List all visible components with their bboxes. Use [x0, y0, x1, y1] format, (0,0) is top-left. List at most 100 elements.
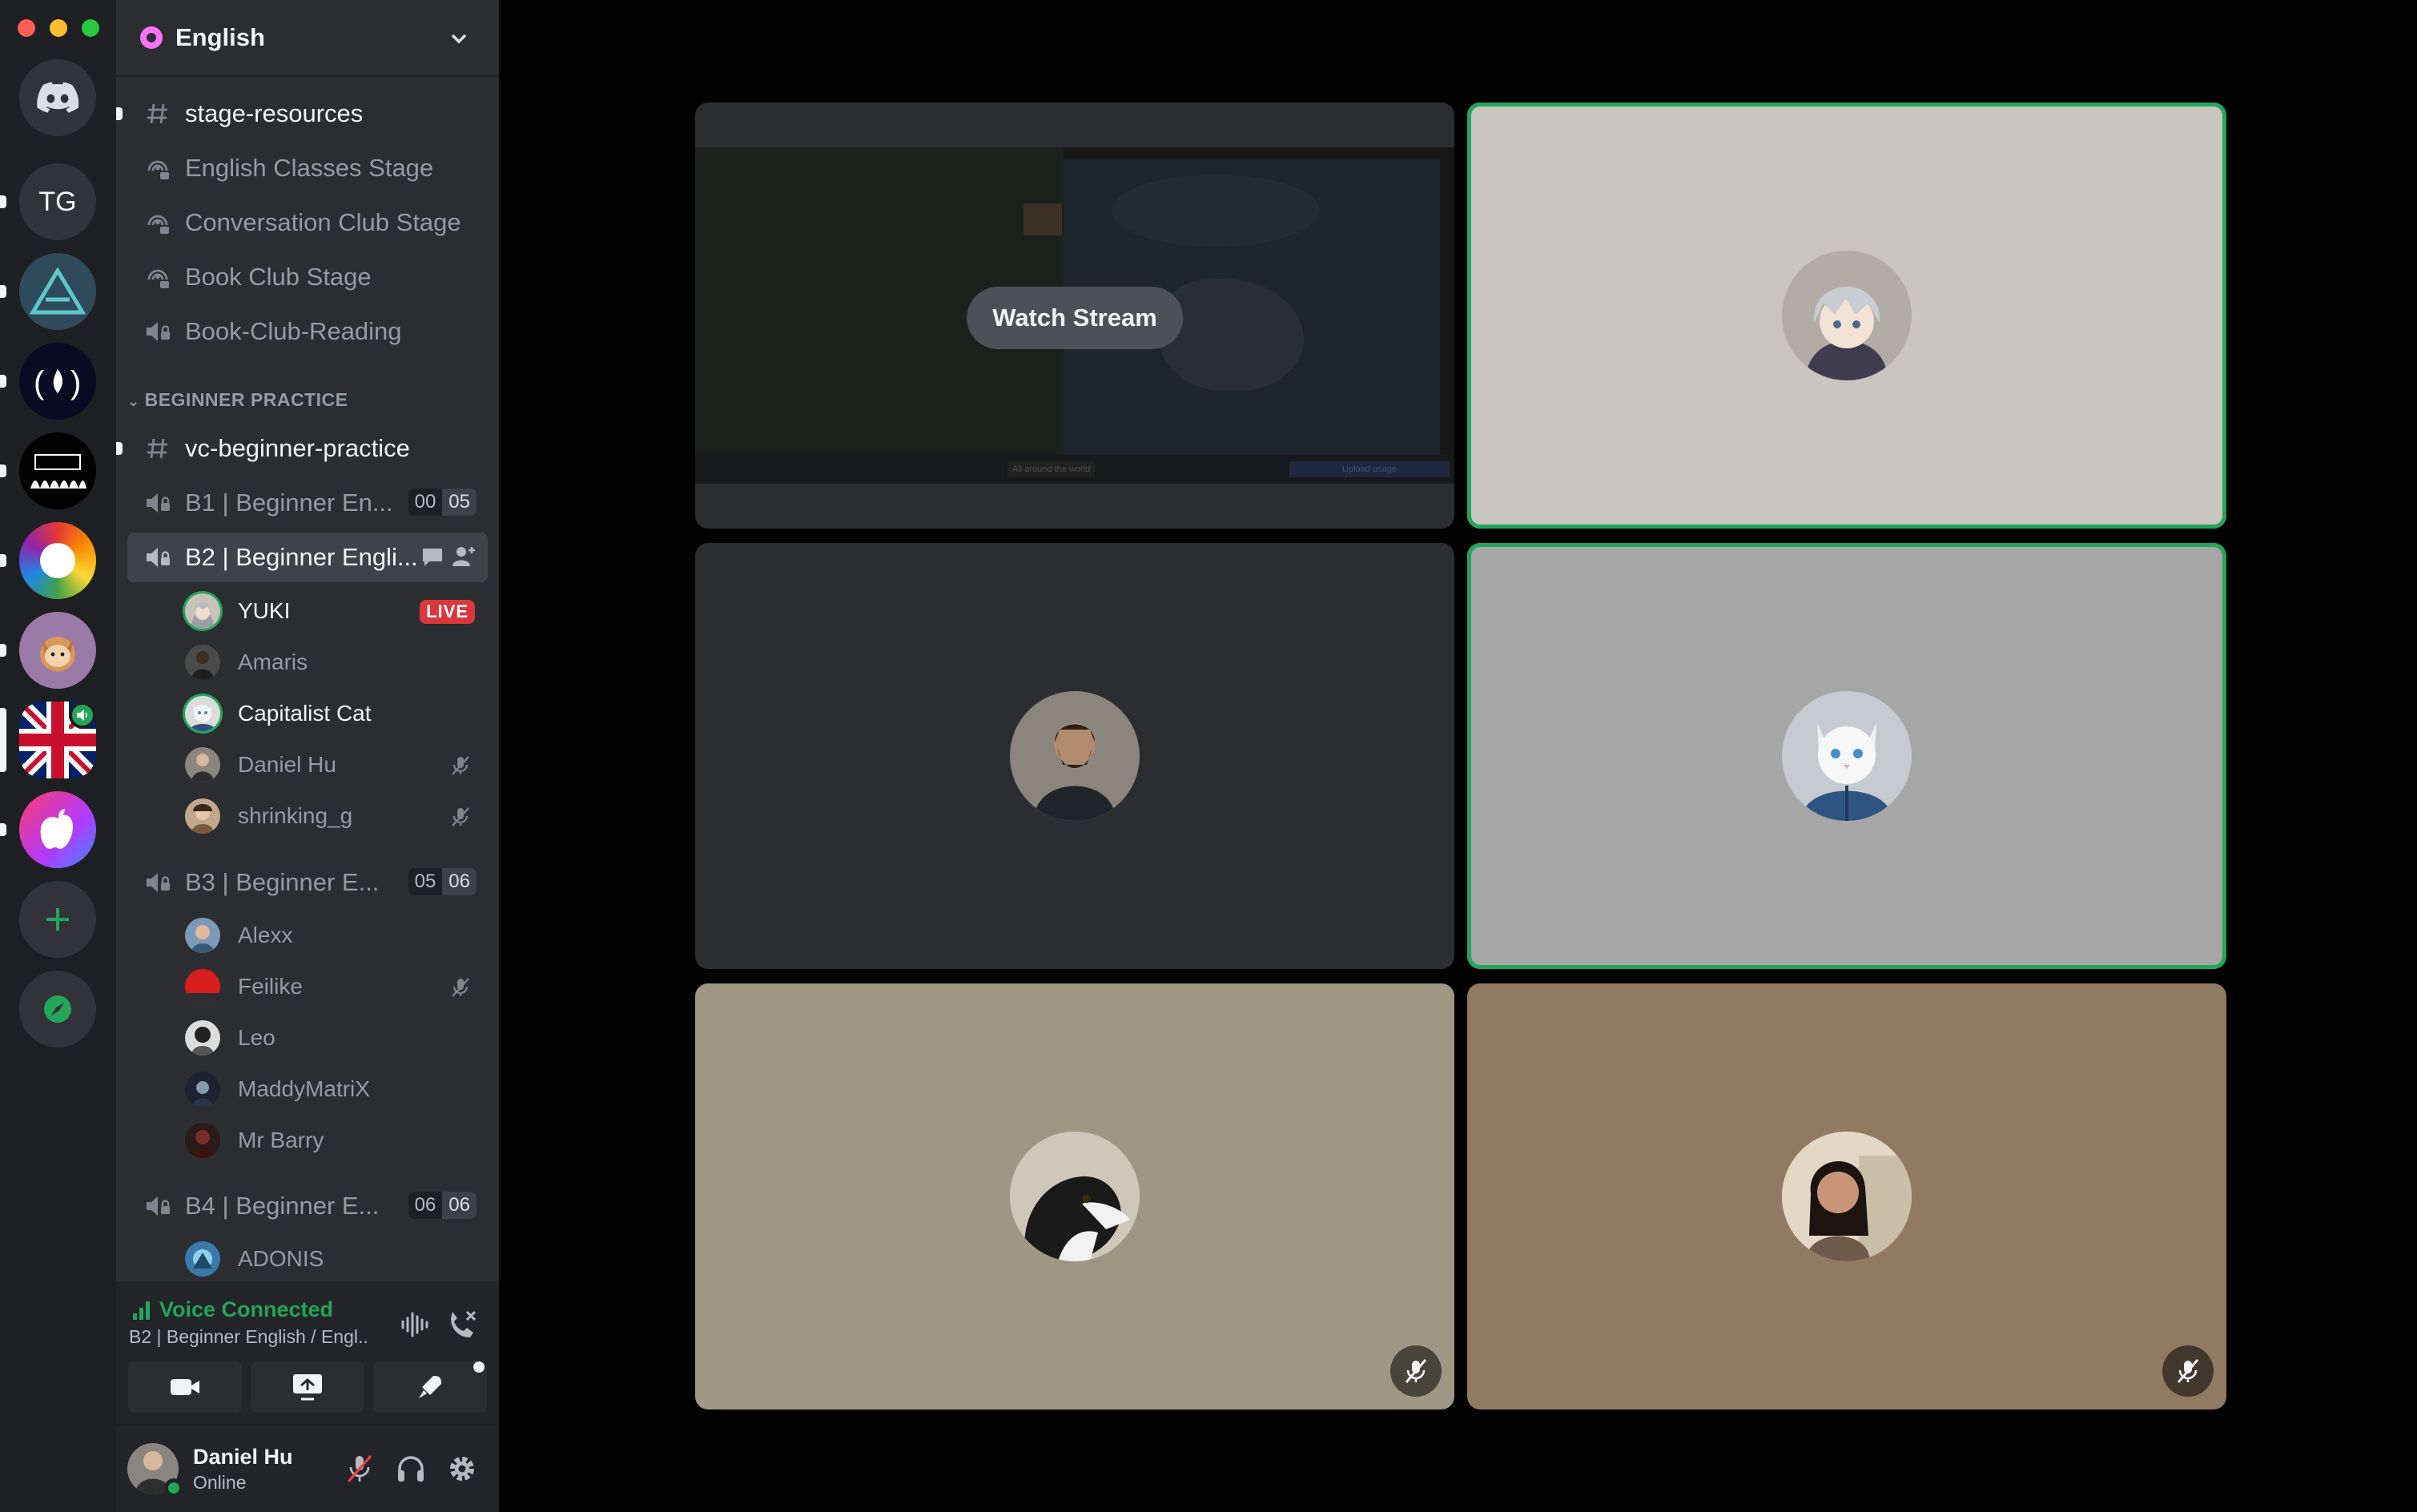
- voice-user-capitalist-cat[interactable]: Capitalist Cat: [185, 690, 489, 737]
- user-name: shrinking_g: [238, 803, 353, 828]
- activities-button[interactable]: [373, 1361, 487, 1413]
- minimize-window-button[interactable]: [50, 19, 67, 37]
- server-freecodecamp[interactable]: ( ): [19, 343, 96, 420]
- home-server-button[interactable]: [19, 59, 96, 136]
- server-apple[interactable]: [19, 791, 96, 868]
- voice-user-mr-barry[interactable]: Mr Barry: [185, 1117, 489, 1164]
- channel-label: B1 | Beginner En...: [185, 489, 393, 517]
- close-window-button[interactable]: [18, 19, 35, 37]
- unread-indicator: [116, 442, 123, 455]
- explore-servers-button[interactable]: [19, 971, 96, 1048]
- user-name: Mr Barry: [238, 1128, 324, 1152]
- user-name: Daniel Hu: [238, 752, 336, 777]
- watch-stream-button[interactable]: Watch Stream: [967, 287, 1183, 349]
- user-name: YUKI: [238, 598, 291, 623]
- voice-user-adonis[interactable]: ADONIS: [185, 1236, 489, 1282]
- participant-tile-woman[interactable]: [1467, 983, 2226, 1409]
- plus-icon: [46, 908, 69, 931]
- participant-tile-dog[interactable]: [695, 983, 1454, 1409]
- channel-stage-resources[interactable]: stage-resources: [127, 89, 488, 139]
- participant-avatar: [1782, 1132, 1912, 1261]
- participant-avatar: [1782, 251, 1912, 380]
- signal-icon: [133, 1301, 150, 1320]
- noise-suppression-icon[interactable]: [400, 1310, 432, 1339]
- participant-tile-amaris[interactable]: [695, 543, 1454, 969]
- voice-channel-b1[interactable]: B1 | Beginner En... 00 05: [127, 478, 488, 528]
- chevron-down-icon: ⌄: [127, 393, 140, 409]
- voice-user-shrinking-g[interactable]: shrinking_g: [185, 793, 489, 839]
- user-limit-badge: 06 06: [408, 1192, 477, 1219]
- server-rail: TG ( ): [0, 0, 116, 1512]
- channel-label: English Classes Stage: [185, 154, 434, 182]
- add-server-button[interactable]: [19, 881, 96, 958]
- mute-toggle-icon[interactable]: [344, 1453, 376, 1485]
- voice-status[interactable]: Voice Connected: [131, 1297, 333, 1322]
- server-tg[interactable]: TG: [19, 163, 96, 240]
- screen-share-button[interactable]: [251, 1361, 364, 1413]
- channel-label: B4 | Beginner E...: [185, 1192, 380, 1220]
- server-corgi[interactable]: [19, 612, 96, 689]
- invite-user-icon[interactable]: [451, 544, 477, 569]
- apple-logo-icon: [40, 809, 73, 849]
- channel-label: Book-Club-Reading: [185, 317, 402, 345]
- stage-icon: [143, 208, 172, 237]
- headphones-icon[interactable]: [395, 1453, 427, 1485]
- user-name: Alexx: [238, 923, 293, 947]
- voice-user-daniel-hu[interactable]: Daniel Hu: [185, 742, 489, 788]
- guild-header[interactable]: English: [116, 0, 499, 77]
- voice-user-alexx[interactable]: Alexx: [185, 912, 489, 959]
- voice-user-amaris[interactable]: Amaris: [185, 639, 489, 686]
- svg-text:(: (: [34, 365, 45, 400]
- participant-tile-capitalist-cat[interactable]: [1467, 543, 2226, 969]
- voice-user-leo[interactable]: Leo: [185, 1015, 489, 1061]
- muted-mic-icon: [1405, 1359, 1427, 1383]
- voice-channel-b4[interactable]: B4 | Beginner E... 06 06: [127, 1181, 488, 1231]
- user-name[interactable]: Daniel Hu: [193, 1445, 293, 1470]
- channel-book-club-stage[interactable]: Book Club Stage: [127, 252, 488, 302]
- channel-vc-beginner-practice[interactable]: vc-beginner-practice: [127, 424, 488, 473]
- unread-indicator: [0, 195, 6, 208]
- unread-indicator: [0, 375, 6, 388]
- locked-speaker-icon: [143, 868, 172, 897]
- chat-bubble-icon[interactable]: [420, 546, 444, 569]
- avatar: [185, 1123, 220, 1158]
- user-limit: 06: [442, 1192, 477, 1219]
- user-status: Online: [193, 1472, 247, 1493]
- live-badge: LIVE: [420, 600, 475, 624]
- rocket-icon: [419, 1376, 441, 1398]
- zoom-window-button[interactable]: [82, 19, 99, 37]
- muted-mic-icon: [452, 978, 469, 997]
- chevron-down-icon[interactable]: [448, 27, 470, 50]
- user-count: 06: [408, 1192, 443, 1219]
- server-community[interactable]: [19, 432, 96, 509]
- category-beginner-practice[interactable]: ⌄ BEGINNER PRACTICE: [127, 389, 348, 411]
- server-a[interactable]: [19, 253, 96, 330]
- flame-logo-icon: ( ): [34, 365, 81, 400]
- voice-channel-b3[interactable]: B3 | Beginner E... 05 06: [127, 858, 488, 907]
- user-limit-badge: 00 05: [408, 489, 477, 516]
- user-limit: 05: [442, 489, 477, 516]
- avatar: [185, 1072, 220, 1107]
- camera-button[interactable]: [128, 1361, 242, 1413]
- settings-gear-icon[interactable]: [446, 1453, 478, 1485]
- locked-speaker-icon: [143, 543, 172, 572]
- participant-tile-yuki[interactable]: [1467, 103, 2226, 529]
- disconnect-call-icon[interactable]: [444, 1307, 480, 1342]
- video-camera-icon: [171, 1379, 199, 1395]
- channel-conversation-club-stage[interactable]: Conversation Club Stage: [127, 198, 488, 247]
- channel-english-classes-stage[interactable]: English Classes Stage: [127, 143, 488, 193]
- stream-tile[interactable]: All around the world Upload usage Watch …: [695, 103, 1454, 529]
- voice-user-maddymatrix[interactable]: MaddyMatriX: [185, 1066, 489, 1112]
- channel-book-club-reading[interactable]: Book-Club-Reading: [127, 307, 488, 356]
- screen-share-icon: [293, 1374, 322, 1401]
- voice-channel-b2[interactable]: B2 | Beginner Engli...: [127, 533, 488, 582]
- voice-user-yuki[interactable]: YUKI LIVE: [185, 588, 489, 634]
- user-limit: 06: [442, 868, 477, 895]
- locked-speaker-icon: [143, 317, 172, 346]
- voice-channel-path[interactable]: B2 | Beginner English / Engl...: [129, 1326, 369, 1348]
- channel-label: vc-beginner-practice: [185, 434, 410, 462]
- server-rainbow[interactable]: [19, 522, 96, 599]
- voice-user-feilike[interactable]: Feilike: [185, 963, 489, 1010]
- channel-label: Book Club Stage: [185, 263, 372, 291]
- participant-avatar: [1010, 691, 1140, 821]
